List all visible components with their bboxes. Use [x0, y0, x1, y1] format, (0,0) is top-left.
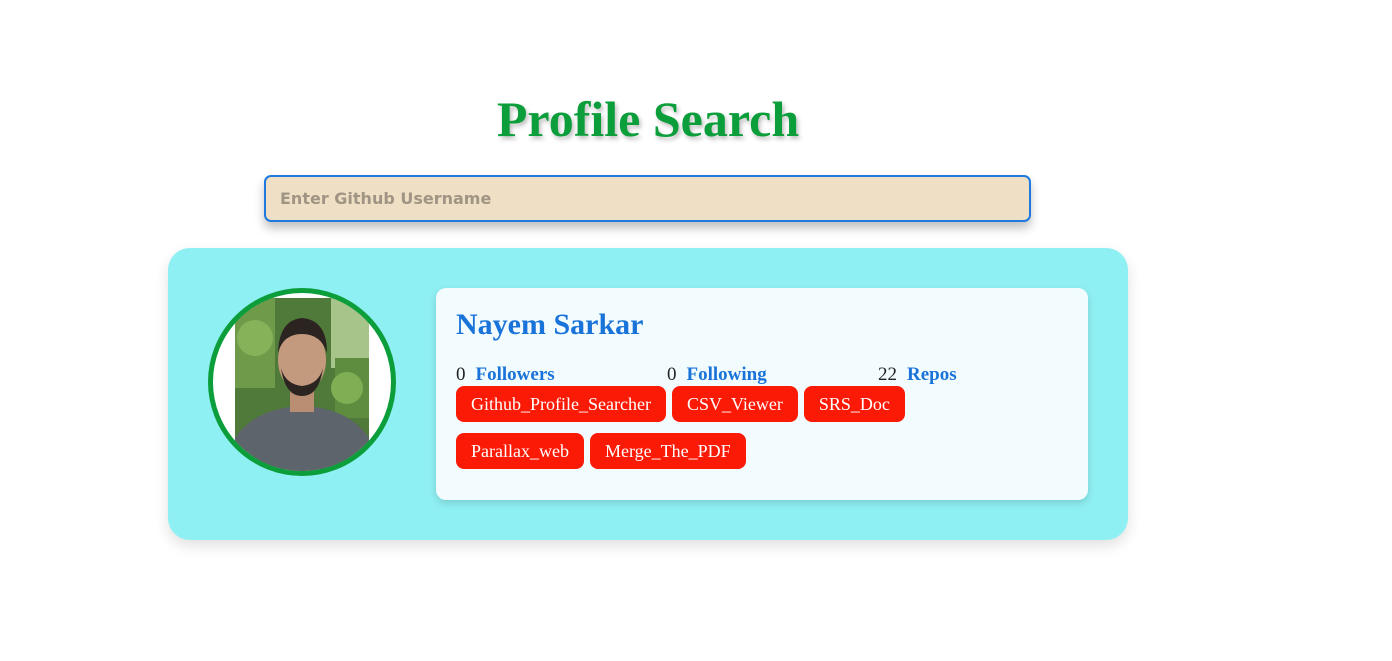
following-label: Following [686, 364, 767, 385]
repos-count: 22 [878, 364, 897, 385]
repo-link[interactable]: CSV_Viewer [671, 386, 798, 422]
profile-stats: 0 Followers 0 Following 22 Repos [456, 364, 1076, 386]
profile-name: Nayem Sarkar [456, 308, 644, 341]
username-search-input[interactable] [264, 175, 1031, 222]
following-stat: 0 Following [667, 364, 767, 386]
repos-stat: 22 Repos [878, 364, 957, 386]
avatar [208, 288, 396, 476]
repo-link[interactable]: Parallax_web [456, 433, 584, 469]
following-count: 0 [667, 364, 677, 385]
user-photo-icon [235, 298, 369, 471]
repo-link[interactable]: SRS_Doc [803, 386, 905, 422]
profile-search-page: Profile Search Nayem Sarkar 0 [0, 0, 1392, 661]
followers-label: Followers [475, 364, 555, 385]
repos-label: Repos [907, 364, 957, 385]
repo-link[interactable]: Github_Profile_Searcher [456, 386, 666, 422]
profile-info-panel: Nayem Sarkar 0 Followers 0 Following 22 Rep… [436, 288, 1088, 500]
followers-stat: 0 Followers [456, 364, 555, 386]
profile-card: Nayem Sarkar 0 Followers 0 Following 22 Rep… [168, 248, 1128, 540]
repo-link[interactable]: Merge_The_PDF [589, 433, 746, 469]
page-title: Profile Search [496, 91, 800, 147]
followers-count: 0 [456, 364, 466, 385]
repo-list: Github_Profile_Searcher CSV_Viewer SRS_Doc… [456, 386, 1076, 480]
